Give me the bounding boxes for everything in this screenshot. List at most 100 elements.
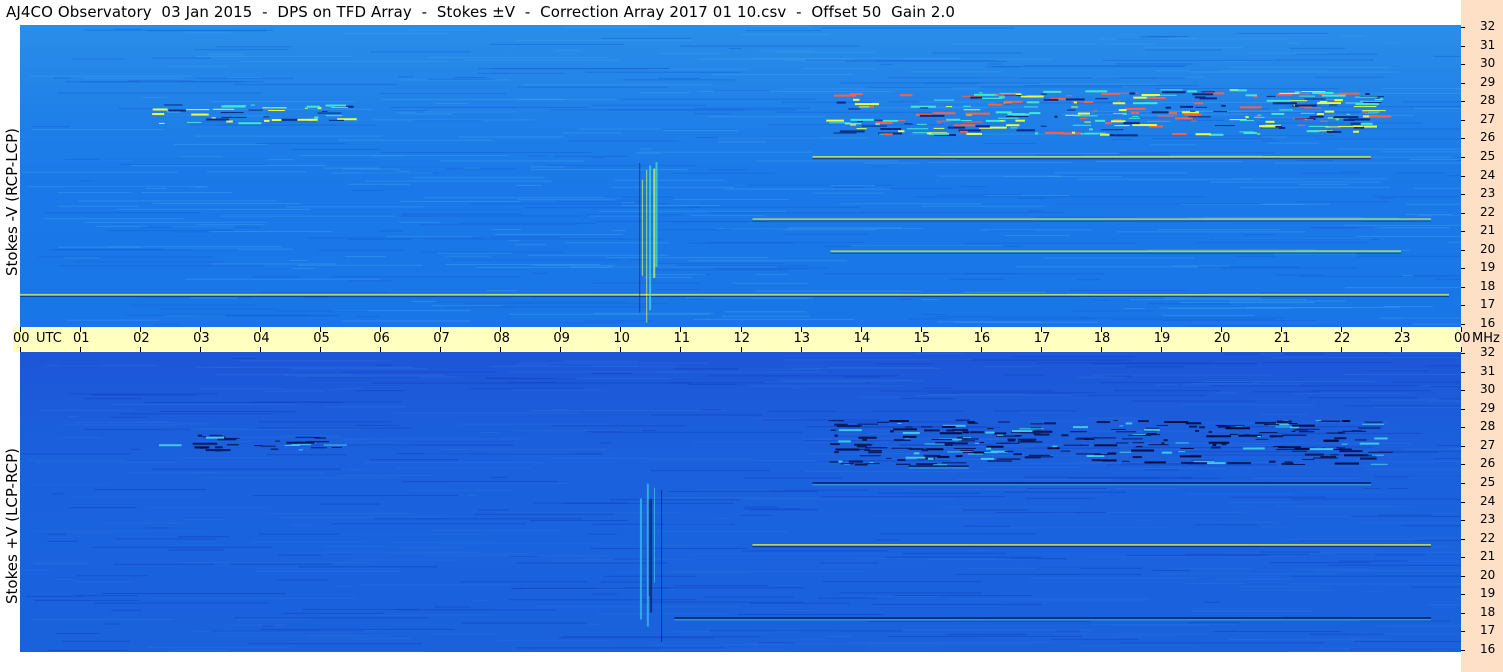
noise-streak <box>849 641 1053 643</box>
bottom-freq-tick-mark <box>1461 631 1465 633</box>
signal-band-fragment <box>939 432 963 435</box>
signal-line <box>812 484 1371 486</box>
noise-streak <box>27 186 206 188</box>
noise-streak <box>342 371 498 373</box>
noise-streak <box>342 320 471 322</box>
time-tick-label: 02 <box>133 331 150 346</box>
signal-band-fragment <box>859 455 881 457</box>
time-tick-mark <box>440 327 442 332</box>
signal-line <box>812 483 1371 485</box>
noise-streak <box>1327 128 1461 130</box>
noise-streak <box>1158 573 1337 575</box>
noise-streak <box>469 388 585 390</box>
noise-streak <box>923 314 947 316</box>
signal-band-fragment <box>1304 98 1326 100</box>
noise-streak <box>94 602 269 604</box>
noise-streak <box>1378 197 1394 199</box>
noise-streak <box>396 609 556 611</box>
noise-streak <box>1295 201 1390 203</box>
signal-band-fragment <box>893 438 905 441</box>
noise-streak <box>174 143 268 145</box>
noise-streak <box>287 206 424 208</box>
signal-band-fragment <box>1003 100 1023 103</box>
signal-band-fragment <box>1034 132 1039 135</box>
noise-streak <box>1172 265 1229 267</box>
noise-streak <box>538 606 740 608</box>
noise-streak <box>688 260 847 262</box>
noise-streak <box>331 172 433 174</box>
noise-streak <box>343 442 398 444</box>
noise-streak <box>747 498 957 500</box>
signal-band-fragment <box>1244 434 1250 436</box>
noise-streak <box>645 459 841 461</box>
noise-streak <box>160 308 279 310</box>
noise-streak <box>955 573 1141 575</box>
bottom-freq-tick-label: 32 <box>1480 345 1496 359</box>
signal-band-fragment <box>1043 98 1059 101</box>
time-tick-label: 06 <box>373 331 390 346</box>
top-freq-tick-mark <box>1461 27 1465 28</box>
noise-streak <box>1402 448 1461 450</box>
noise-streak <box>83 398 143 400</box>
signal-line <box>752 219 1431 221</box>
noise-streak <box>554 155 629 157</box>
signal-band-fragment <box>305 441 330 443</box>
noise-streak <box>1235 32 1329 34</box>
noise-streak <box>1388 352 1461 354</box>
noise-streak <box>53 77 71 79</box>
noise-streak <box>879 533 1035 535</box>
noise-streak <box>34 599 140 601</box>
signal-band-fragment <box>1275 125 1283 128</box>
signal-band-fragment <box>270 448 279 450</box>
signal-band-fragment <box>979 441 985 443</box>
time-tick-mark <box>500 327 502 332</box>
signal-band-fragment <box>1227 462 1252 465</box>
noise-streak <box>1105 43 1155 45</box>
noise-streak <box>1406 203 1461 205</box>
noise-streak <box>1258 353 1285 355</box>
noise-streak <box>1459 616 1461 618</box>
time-tick-mark <box>1461 347 1462 352</box>
signal-band-fragment <box>999 92 1021 94</box>
signal-band-fragment <box>1243 447 1265 450</box>
signal-band-fragment <box>1008 440 1016 442</box>
time-tick-mark <box>80 347 82 352</box>
noise-streak <box>141 97 167 99</box>
noise-streak <box>629 259 649 261</box>
noise-streak <box>1409 158 1461 160</box>
signal-band-fragment <box>986 447 992 450</box>
noise-streak <box>62 640 131 642</box>
noise-streak <box>744 477 843 479</box>
noise-streak <box>286 551 481 553</box>
signal-band-fragment <box>1229 119 1247 121</box>
noise-streak <box>296 264 423 266</box>
signal-band-fragment <box>227 444 239 446</box>
noise-streak <box>949 278 1005 280</box>
signal-band-fragment <box>1229 433 1238 435</box>
noise-streak <box>1188 622 1241 624</box>
noise-streak <box>1383 306 1433 308</box>
signal-band-fragment <box>1320 120 1328 122</box>
noise-streak <box>1126 135 1333 137</box>
bottom-freq-tick-label: 25 <box>1480 474 1496 489</box>
noise-streak <box>1413 536 1461 538</box>
signal-band-fragment <box>1148 444 1169 446</box>
time-tick-mark <box>680 347 682 352</box>
noise-streak <box>1296 53 1378 55</box>
signal-band-fragment <box>942 425 956 428</box>
noise-streak <box>1360 620 1450 622</box>
top-freq-tick-label: 19 <box>1480 260 1496 275</box>
noise-streak <box>644 276 693 278</box>
noise-streak <box>593 312 713 314</box>
noise-streak <box>355 390 405 392</box>
noise-streak <box>964 291 1046 293</box>
noise-streak <box>325 406 408 408</box>
noise-streak <box>525 207 701 209</box>
noise-streak <box>217 651 428 652</box>
signal-band-fragment <box>1211 446 1221 449</box>
noise-streak <box>1190 71 1399 73</box>
top-freq-tick-mark <box>1461 82 1465 84</box>
noise-streak <box>1145 49 1222 51</box>
signal-line <box>20 295 1449 297</box>
signal-band-fragment <box>1113 112 1123 114</box>
